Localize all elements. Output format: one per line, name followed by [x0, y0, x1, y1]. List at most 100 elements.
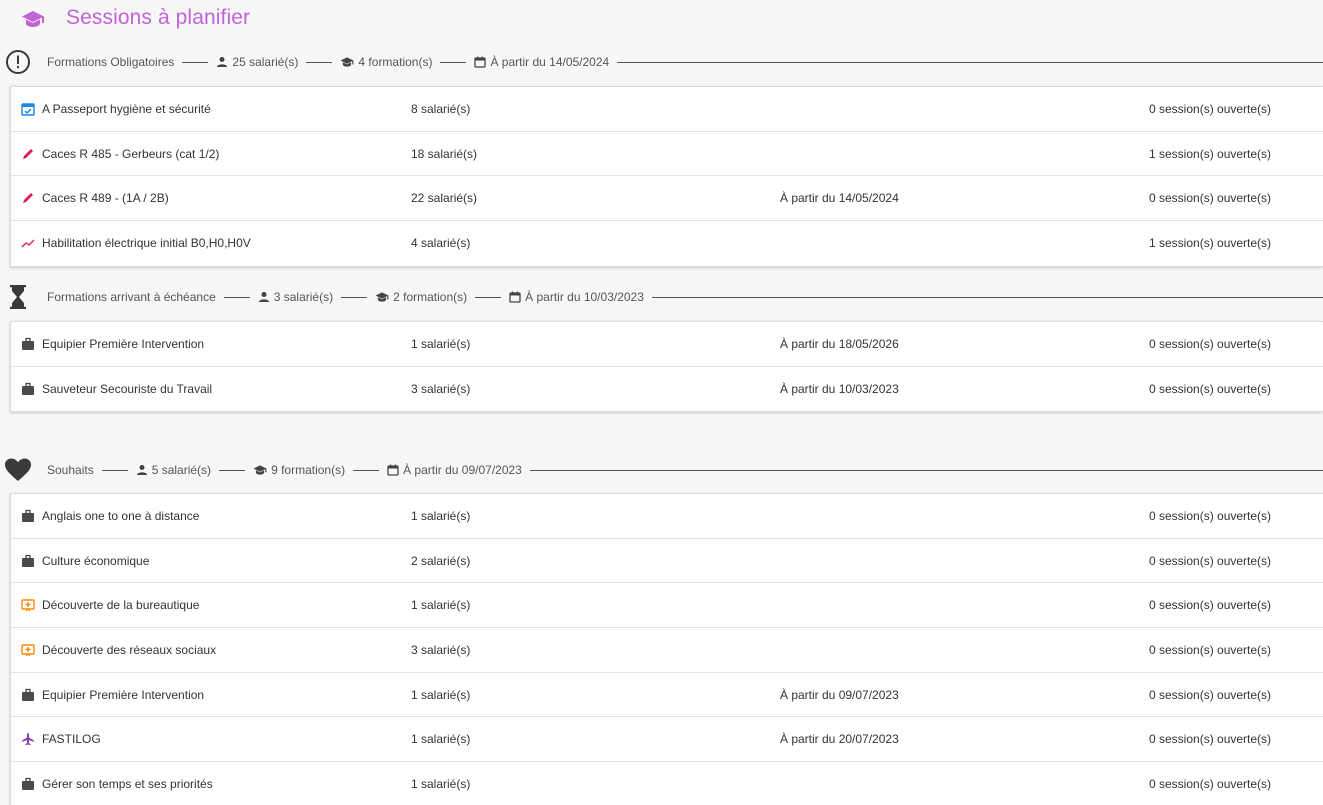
alert-circle-icon [4, 48, 32, 76]
heart-icon [4, 456, 32, 484]
section-training-count: 4 formation(s) [358, 55, 433, 69]
training-row[interactable]: Habilitation électrique initial B0,H0,H0… [11, 221, 1323, 266]
section-training-count: 2 formation(s) [393, 290, 468, 304]
open-sessions: 0 session(s) ouverte(s) [1149, 643, 1272, 658]
section-header: Souhaits 5 salarié(s) 9 formation(s) À p… [0, 454, 1323, 486]
employee-count: 1 salarié(s) [411, 687, 471, 702]
person-icon [136, 465, 147, 475]
training-row[interactable]: Sauveteur Secouriste du Travail 3 salari… [11, 367, 1323, 412]
pencil-icon [23, 193, 33, 204]
page: Sessions à planifier Formations Obligato… [0, 0, 1323, 805]
presentation-icon [21, 599, 35, 612]
open-sessions: 0 session(s) ouverte(s) [1149, 102, 1272, 116]
calendar-icon [387, 464, 399, 476]
calendar-icon [509, 291, 521, 303]
training-row[interactable]: Culture économique 2 salarié(s) 0 sessio… [11, 539, 1323, 584]
training-name: Anglais one to one à distance [42, 509, 200, 523]
section-start-date: À partir du 10/03/2023 [525, 290, 644, 304]
calendar-icon [474, 56, 487, 68]
training-name: Equipier Première Intervention [42, 337, 205, 351]
trending-up-icon [21, 239, 35, 248]
employee-count: 8 salarié(s) [411, 102, 471, 116]
open-sessions: 0 session(s) ouverte(s) [1149, 553, 1272, 568]
start-date: À partir du 14/05/2024 [780, 191, 899, 206]
section-header: Formations Obligatoires 25 salarié(s) 4 … [0, 46, 1323, 78]
briefcase-icon [22, 509, 34, 522]
section-start-date: À partir du 09/07/2023 [403, 463, 522, 477]
briefcase-icon [22, 688, 34, 701]
open-sessions: 0 session(s) ouverte(s) [1149, 598, 1272, 613]
briefcase-icon [22, 777, 34, 791]
pencil-icon [23, 148, 33, 159]
training-row[interactable]: Equipier Première Intervention 1 salarié… [11, 322, 1323, 367]
employee-count: 3 salarié(s) [411, 381, 471, 396]
page-header: Sessions à planifier [0, 0, 1323, 40]
training-list: Equipier Première Intervention 1 salarié… [10, 321, 1323, 413]
training-name: Caces R 485 - Gerbeurs (cat 1/2) [42, 146, 220, 161]
training-list: A Passeport hygiène et sécurité 8 salari… [10, 86, 1323, 267]
employee-count: 1 salarié(s) [411, 509, 471, 523]
training-row[interactable]: Découverte des réseaux sociaux 3 salarié… [11, 628, 1323, 673]
section-title: Souhaits [47, 463, 94, 477]
section-header: Formations arrivant à échéance 3 salarié… [0, 281, 1323, 313]
training-row[interactable]: FASTILOG 1 salarié(s) À partir du 20/07/… [11, 717, 1323, 763]
employee-count: 1 salarié(s) [411, 777, 471, 792]
airplane-icon [22, 733, 34, 746]
hourglass-icon [4, 283, 32, 311]
briefcase-icon [22, 554, 34, 567]
presentation-icon [21, 644, 35, 657]
employee-count: 3 salarié(s) [411, 643, 471, 658]
training-name: Sauveteur Secouriste du Travail [42, 381, 213, 396]
section-wishes: Souhaits 5 salarié(s) 9 formation(s) À p… [0, 454, 1323, 805]
employee-count: 4 salarié(s) [411, 236, 471, 251]
employee-count: 18 salarié(s) [411, 146, 478, 161]
training-name: Caces R 489 - (1A / 2B) [42, 191, 169, 206]
training-row[interactable]: Caces R 485 - Gerbeurs (cat 1/2) 18 sala… [11, 132, 1323, 177]
graduation-cap-icon [253, 465, 267, 475]
training-row[interactable]: Equipier Première Intervention 1 salarié… [11, 673, 1323, 718]
section-start-date: À partir du 14/05/2024 [490, 55, 610, 69]
training-name: Gérer son temps et ses priorités [42, 777, 213, 792]
training-row[interactable]: A Passeport hygiène et sécurité 8 salari… [11, 87, 1323, 132]
start-date: À partir du 20/07/2023 [780, 732, 899, 747]
section-employee-count: 3 salarié(s) [273, 290, 334, 304]
section-employee-count: 25 salarié(s) [232, 55, 299, 69]
briefcase-icon [22, 382, 34, 395]
training-name: Découverte des réseaux sociaux [42, 643, 217, 658]
section-training-count: 9 formation(s) [271, 463, 346, 477]
training-name: Habilitation électrique initial B0,H0,H0… [42, 236, 251, 251]
training-row[interactable]: Gérer son temps et ses priorités 1 salar… [11, 762, 1323, 805]
page-title: Sessions à planifier [66, 6, 251, 29]
training-name: A Passeport hygiène et sécurité [42, 102, 211, 116]
graduation-cap-icon [375, 292, 389, 302]
section-expiring: Formations arrivant à échéance 3 salarié… [0, 281, 1323, 413]
training-row[interactable]: Anglais one to one à distance 1 salarié(… [11, 494, 1323, 539]
section-employee-count: 5 salarié(s) [151, 463, 212, 477]
start-date: À partir du 10/03/2023 [780, 381, 899, 396]
open-sessions: 0 session(s) ouverte(s) [1149, 777, 1272, 792]
employee-count: 1 salarié(s) [411, 598, 471, 613]
training-row[interactable]: Découverte de la bureautique 1 salarié(s… [11, 583, 1323, 629]
training-row[interactable]: Caces R 489 - (1A / 2B) 22 salarié(s) À … [11, 176, 1323, 222]
open-sessions: 0 session(s) ouverte(s) [1149, 337, 1272, 351]
calendar-check-icon [21, 103, 35, 116]
graduation-cap-icon [341, 57, 354, 67]
briefcase-icon [22, 337, 34, 350]
training-name: FASTILOG [42, 732, 101, 747]
open-sessions: 1 session(s) ouverte(s) [1149, 236, 1272, 251]
training-name: Découverte de la bureautique [42, 598, 200, 613]
training-list: Anglais one to one à distance 1 salarié(… [10, 493, 1323, 805]
section-title: Formations Obligatoires [47, 55, 175, 69]
training-name: Equipier Première Intervention [42, 687, 205, 702]
start-date: À partir du 18/05/2026 [780, 337, 899, 351]
section-title: Formations arrivant à échéance [47, 290, 216, 304]
open-sessions: 0 session(s) ouverte(s) [1149, 509, 1272, 523]
employee-count: 22 salarié(s) [411, 191, 478, 206]
open-sessions: 0 session(s) ouverte(s) [1149, 191, 1272, 206]
employee-count: 1 salarié(s) [411, 732, 471, 747]
open-sessions: 1 session(s) ouverte(s) [1149, 146, 1272, 161]
employee-count: 1 salarié(s) [411, 337, 471, 351]
start-date: À partir du 09/07/2023 [780, 687, 899, 702]
training-name: Culture économique [42, 553, 150, 568]
graduation-cap-icon [22, 11, 44, 27]
